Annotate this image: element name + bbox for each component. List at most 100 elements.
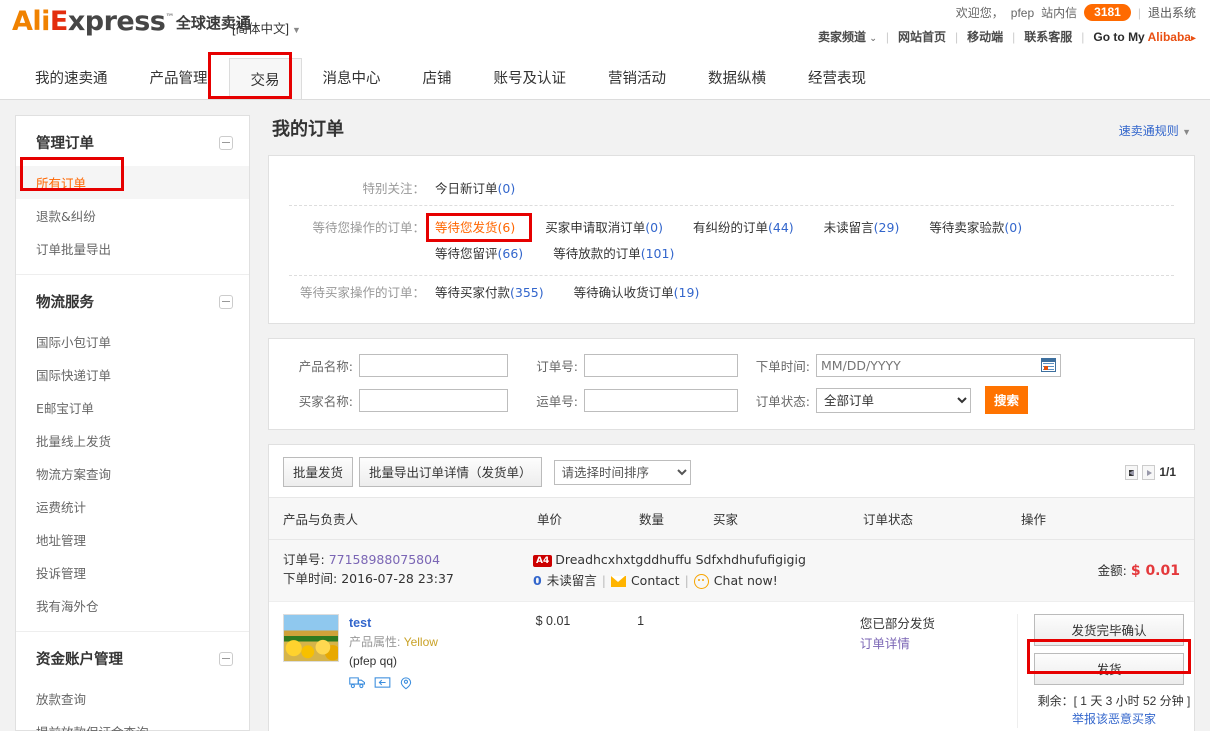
sidebar-item-overseas-warehouse[interactable]: 我有海外仓 [16, 589, 249, 622]
th-quantity: 数量 [639, 509, 713, 528]
contact-link[interactable]: Contact [631, 571, 680, 591]
tab-transactions[interactable]: 交易 [229, 58, 302, 99]
product-name-link[interactable]: test [349, 614, 438, 633]
logout-link[interactable]: 退出系统 [1148, 4, 1196, 21]
filter-awaiting-buyer-payment[interactable]: 等待买家付款(355) [435, 282, 544, 303]
tab-marketing[interactable]: 营销活动 [587, 55, 687, 99]
filter-awaiting-payout[interactable]: 等待放款的订单(101) [553, 243, 674, 264]
order-time-input[interactable] [816, 354, 1061, 377]
inbox-link[interactable]: 站内信 [1041, 4, 1077, 21]
order-no-input[interactable] [584, 354, 738, 377]
report-malicious-buyer-link[interactable]: 举报该恶意买家 [1034, 710, 1194, 728]
welcome-row: 欢迎您， pfep 站内信 3181 | 退出系统 [956, 4, 1196, 21]
inbox-count-badge[interactable]: 3181 [1084, 4, 1131, 21]
filter-awaiting-shipment[interactable]: 等待您发货(6) [435, 217, 515, 238]
filter-awaiting-your-review[interactable]: 等待您留评(66) [435, 243, 523, 264]
filter-links: 等待您发货(6) 买家申请取消订单(0) 有纠纷的订单(44) 未读留言(29)… [435, 217, 1135, 264]
sidebar-item-complaint-management[interactable]: 投诉管理 [16, 556, 249, 589]
order-time-line: 下单时间: 2016-07-28 23:37 [283, 569, 533, 588]
product-attribute: 产品属性: Yellow [349, 633, 438, 652]
sidebar-group-label: 管理订单 [36, 132, 94, 153]
return-package-icon[interactable] [374, 675, 391, 690]
tab-my-aliexpress[interactable]: 我的速卖通 [14, 55, 129, 99]
sidebar-item-all-orders[interactable]: 所有订单 [16, 166, 249, 199]
product-thumbnail[interactable] [283, 614, 339, 662]
buyer-cell [711, 614, 860, 728]
product-name-input[interactable] [359, 354, 508, 377]
amount-value: $ 0.01 [1131, 563, 1180, 579]
chat-icon[interactable] [694, 574, 709, 589]
sort-by-time-select[interactable]: 请选择时间排序 [554, 460, 691, 485]
tab-message-center[interactable]: 消息中心 [302, 55, 402, 99]
batch-ship-button[interactable]: 批量发货 [283, 457, 353, 487]
language-selector[interactable]: [简体中文]▼ [232, 18, 301, 37]
aliexpress-rules-link[interactable]: 速卖通规则 ▼ [1119, 122, 1191, 139]
nav-seller-channel[interactable]: 卖家频道 ⌄ [818, 28, 877, 45]
sidebar-item-order-batch-export[interactable]: 订单批量导出 [16, 232, 249, 265]
collapse-minus-icon[interactable] [219, 652, 233, 666]
aliexpress-logo[interactable]: AliExpress™ 全球速卖通 [12, 8, 251, 35]
sidebar-item-address-management[interactable]: 地址管理 [16, 523, 249, 556]
divider: | [886, 30, 889, 44]
filter-disputed-orders[interactable]: 有纠纷的订单(44) [693, 217, 794, 238]
tab-product-management[interactable]: 产品管理 [129, 55, 229, 99]
chat-now-link[interactable]: Chat now! [714, 571, 778, 591]
nav-website-home[interactable]: 网站首页 [898, 28, 946, 45]
nav-contact-support[interactable]: 联系客服 [1024, 28, 1072, 45]
collapse-minus-icon[interactable] [219, 136, 233, 150]
filter-links: 等待买家付款(355) 等待确认收货订单(19) [435, 282, 699, 303]
prev-page-button[interactable] [1125, 465, 1138, 480]
order-status-cell: 您已部分发货 订单详情 [860, 614, 1017, 728]
collapse-minus-icon[interactable] [219, 295, 233, 309]
sidebar-item-advance-payout-deposit[interactable]: 提前放款保证金查询 [16, 715, 249, 731]
filter-unread-messages[interactable]: 未读留言(29) [824, 217, 900, 238]
batch-export-button[interactable]: 批量导出订单详情（发货单） [359, 457, 542, 487]
order-detail-link[interactable]: 订单详情 [860, 634, 1017, 654]
tab-data-analytics[interactable]: 数据纵横 [687, 55, 787, 99]
rules-link-label: 速卖通规则 [1119, 124, 1179, 138]
nav-mobile[interactable]: 移动端 [967, 28, 1003, 45]
th-product-owner: 产品与负责人 [269, 509, 537, 528]
sidebar-group-logistics[interactable]: 物流服务 [16, 275, 249, 325]
sidebar-item-intl-small-packet[interactable]: 国际小包订单 [16, 325, 249, 358]
shipping-truck-icon[interactable] [349, 675, 366, 690]
order-status-select[interactable]: 全部订单 [816, 388, 971, 413]
buyer-block: A4Dreadhcxhxtgddhuffu Sdfxhdhufufigigig … [533, 550, 1010, 591]
sidebar-item-payout-query[interactable]: 放款查询 [16, 682, 249, 715]
calendar-icon[interactable] [1041, 358, 1056, 372]
filter-today-new-orders[interactable]: 今日新订单(0) [435, 178, 515, 199]
ship-button[interactable]: 发货 [1034, 653, 1184, 685]
next-page-button[interactable] [1142, 465, 1155, 480]
tab-business-performance[interactable]: 经营表现 [787, 55, 887, 99]
unread-messages-link[interactable]: 未读留言 [547, 571, 597, 591]
tracking-no-label: 运单号: [508, 391, 584, 410]
sidebar: 管理订单 所有订单 退款&纠纷 订单批量导出 物流服务 国际小包订单 国际快递订… [15, 115, 250, 731]
sidebar-item-epacket[interactable]: E邮宝订单 [16, 391, 249, 424]
tab-store[interactable]: 店铺 [402, 55, 473, 99]
tab-account-certification[interactable]: 账号及认证 [473, 55, 588, 99]
buyer-name[interactable]: Dreadhcxhxtgddhuffu Sdfxhdhufufigigig [555, 552, 806, 567]
sidebar-item-refund-disputes[interactable]: 退款&纠纷 [16, 199, 249, 232]
confirm-shipment-complete-button[interactable]: 发货完毕确认 [1034, 614, 1184, 646]
sidebar-item-intl-express[interactable]: 国际快递订单 [16, 358, 249, 391]
sidebar-group-funds-account[interactable]: 资金账户管理 [16, 632, 249, 682]
goto-my-alibaba-link[interactable]: Go to My Alibaba▸ [1093, 30, 1196, 44]
order-detail-row: test 产品属性: Yellow (pfep qq) [269, 602, 1194, 731]
unread-count: 0 [533, 571, 542, 591]
filter-awaiting-delivery-confirm[interactable]: 等待确认收货订单(19) [574, 282, 700, 303]
sidebar-item-batch-online-ship[interactable]: 批量线上发货 [16, 424, 249, 457]
sidebar-item-logistics-plan-query[interactable]: 物流方案查询 [16, 457, 249, 490]
sidebar-item-freight-stats[interactable]: 运费统计 [16, 490, 249, 523]
buyer-name-input[interactable] [359, 389, 508, 412]
buyer-actions: 0 未读留言 | Contact | Chat now! [533, 571, 1010, 591]
filter-awaiting-seller-verify[interactable]: 等待卖家验款(0) [929, 217, 1022, 238]
sidebar-group-manage-orders[interactable]: 管理订单 [16, 116, 249, 166]
location-tag-icon[interactable] [399, 675, 416, 690]
mail-icon[interactable] [611, 576, 626, 587]
search-button[interactable]: 搜索 [985, 386, 1028, 414]
main-content: 我的订单 速卖通规则 ▼ 特别关注： 今日新订单(0) 等待您操作的订单： 等待… [268, 115, 1195, 731]
unit-price-cell: $ 0.01 [536, 614, 637, 728]
tracking-no-input[interactable] [584, 389, 738, 412]
order-no-value[interactable]: 77158988075804 [329, 552, 440, 567]
filter-buyer-cancel-request[interactable]: 买家申请取消订单(0) [545, 217, 663, 238]
